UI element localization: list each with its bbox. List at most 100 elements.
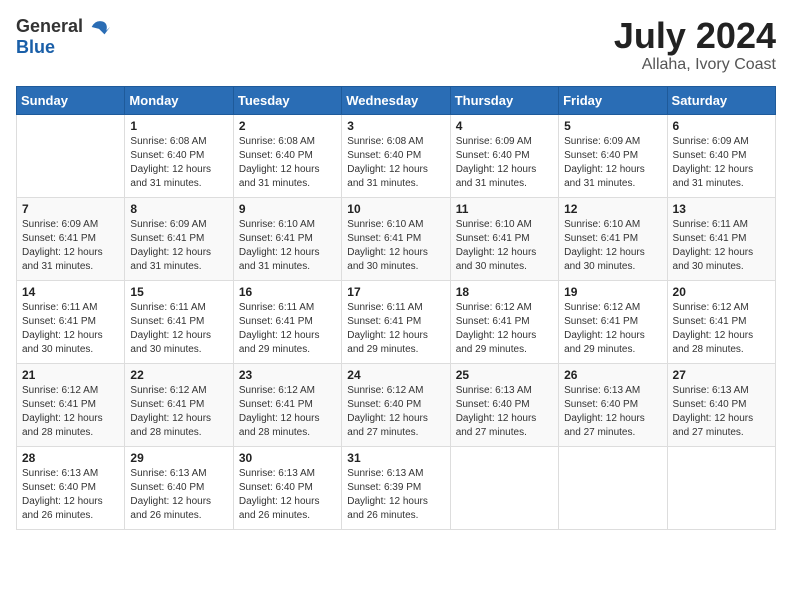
weekday-header-thursday: Thursday (450, 86, 558, 114)
sunrise-label: Sunrise: 6:12 AM (239, 385, 315, 396)
sunset-label: Sunset: 6:40 PM (456, 399, 530, 410)
calendar-cell: 11 Sunrise: 6:10 AM Sunset: 6:41 PM Dayl… (450, 197, 558, 280)
daylight-label: Daylight: 12 hours and 27 minutes. (347, 413, 428, 438)
daylight-label: Daylight: 12 hours and 27 minutes. (564, 413, 645, 438)
sunset-label: Sunset: 6:41 PM (130, 316, 204, 327)
calendar-cell: 28 Sunrise: 6:13 AM Sunset: 6:40 PM Dayl… (17, 446, 125, 529)
day-number: 6 (673, 119, 770, 133)
day-number: 13 (673, 202, 770, 216)
sunset-label: Sunset: 6:41 PM (673, 316, 747, 327)
sunrise-label: Sunrise: 6:11 AM (239, 302, 314, 313)
weekday-header-sunday: Sunday (17, 86, 125, 114)
day-number: 29 (130, 451, 227, 465)
daylight-label: Daylight: 12 hours and 27 minutes. (673, 413, 754, 438)
day-info: Sunrise: 6:10 AM Sunset: 6:41 PM Dayligh… (564, 218, 661, 274)
weekday-header-saturday: Saturday (667, 86, 775, 114)
daylight-label: Daylight: 12 hours and 31 minutes. (22, 247, 103, 272)
day-number: 18 (456, 285, 553, 299)
weekday-header-wednesday: Wednesday (342, 86, 450, 114)
sunrise-label: Sunrise: 6:10 AM (347, 219, 423, 230)
sunset-label: Sunset: 6:41 PM (130, 233, 204, 244)
daylight-label: Daylight: 12 hours and 30 minutes. (456, 247, 537, 272)
calendar-cell: 18 Sunrise: 6:12 AM Sunset: 6:41 PM Dayl… (450, 280, 558, 363)
daylight-label: Daylight: 12 hours and 29 minutes. (239, 330, 320, 355)
calendar-week-row: 7 Sunrise: 6:09 AM Sunset: 6:41 PM Dayli… (17, 197, 776, 280)
daylight-label: Daylight: 12 hours and 27 minutes. (456, 413, 537, 438)
day-info: Sunrise: 6:09 AM Sunset: 6:40 PM Dayligh… (456, 135, 553, 191)
day-info: Sunrise: 6:08 AM Sunset: 6:40 PM Dayligh… (239, 135, 336, 191)
logo-general-text: General (16, 17, 83, 37)
sunrise-label: Sunrise: 6:08 AM (130, 136, 206, 147)
sunset-label: Sunset: 6:40 PM (564, 150, 638, 161)
sunset-label: Sunset: 6:41 PM (347, 233, 421, 244)
calendar-cell: 21 Sunrise: 6:12 AM Sunset: 6:41 PM Dayl… (17, 363, 125, 446)
day-number: 15 (130, 285, 227, 299)
day-number: 8 (130, 202, 227, 216)
calendar-cell: 30 Sunrise: 6:13 AM Sunset: 6:40 PM Dayl… (233, 446, 341, 529)
calendar-cell: 13 Sunrise: 6:11 AM Sunset: 6:41 PM Dayl… (667, 197, 775, 280)
daylight-label: Daylight: 12 hours and 26 minutes. (22, 496, 103, 521)
sunset-label: Sunset: 6:40 PM (347, 150, 421, 161)
sunrise-label: Sunrise: 6:10 AM (239, 219, 315, 230)
sunset-label: Sunset: 6:41 PM (239, 233, 313, 244)
sunrise-label: Sunrise: 6:13 AM (130, 468, 206, 479)
calendar-cell: 20 Sunrise: 6:12 AM Sunset: 6:41 PM Dayl… (667, 280, 775, 363)
day-info: Sunrise: 6:08 AM Sunset: 6:40 PM Dayligh… (347, 135, 444, 191)
day-info: Sunrise: 6:13 AM Sunset: 6:40 PM Dayligh… (130, 467, 227, 523)
sunset-label: Sunset: 6:41 PM (239, 316, 313, 327)
sunrise-label: Sunrise: 6:10 AM (456, 219, 532, 230)
calendar-cell: 8 Sunrise: 6:09 AM Sunset: 6:41 PM Dayli… (125, 197, 233, 280)
daylight-label: Daylight: 12 hours and 26 minutes. (347, 496, 428, 521)
daylight-label: Daylight: 12 hours and 31 minutes. (347, 164, 428, 189)
sunset-label: Sunset: 6:40 PM (673, 399, 747, 410)
sunset-label: Sunset: 6:40 PM (564, 399, 638, 410)
weekday-header-monday: Monday (125, 86, 233, 114)
day-number: 26 (564, 368, 661, 382)
month-title: July 2024 (614, 16, 776, 56)
calendar-week-row: 28 Sunrise: 6:13 AM Sunset: 6:40 PM Dayl… (17, 446, 776, 529)
weekday-header-friday: Friday (559, 86, 667, 114)
sunset-label: Sunset: 6:41 PM (564, 233, 638, 244)
location-title: Allaha, Ivory Coast (614, 56, 776, 74)
sunrise-label: Sunrise: 6:12 AM (22, 385, 98, 396)
calendar-cell: 19 Sunrise: 6:12 AM Sunset: 6:41 PM Dayl… (559, 280, 667, 363)
daylight-label: Daylight: 12 hours and 30 minutes. (130, 330, 211, 355)
sunrise-label: Sunrise: 6:08 AM (239, 136, 315, 147)
day-info: Sunrise: 6:11 AM Sunset: 6:41 PM Dayligh… (347, 301, 444, 357)
page-header: General Blue July 2024 Allaha, Ivory Coa… (16, 16, 776, 74)
day-info: Sunrise: 6:12 AM Sunset: 6:41 PM Dayligh… (22, 384, 119, 440)
sunrise-label: Sunrise: 6:13 AM (456, 385, 532, 396)
sunrise-label: Sunrise: 6:13 AM (347, 468, 423, 479)
sunrise-label: Sunrise: 6:12 AM (673, 302, 749, 313)
calendar-cell: 3 Sunrise: 6:08 AM Sunset: 6:40 PM Dayli… (342, 114, 450, 197)
weekday-header-tuesday: Tuesday (233, 86, 341, 114)
sunrise-label: Sunrise: 6:10 AM (564, 219, 640, 230)
calendar-cell: 17 Sunrise: 6:11 AM Sunset: 6:41 PM Dayl… (342, 280, 450, 363)
sunset-label: Sunset: 6:41 PM (564, 316, 638, 327)
calendar-cell: 25 Sunrise: 6:13 AM Sunset: 6:40 PM Dayl… (450, 363, 558, 446)
calendar-week-row: 1 Sunrise: 6:08 AM Sunset: 6:40 PM Dayli… (17, 114, 776, 197)
day-number: 21 (22, 368, 119, 382)
calendar-cell (559, 446, 667, 529)
calendar-cell: 10 Sunrise: 6:10 AM Sunset: 6:41 PM Dayl… (342, 197, 450, 280)
day-number: 16 (239, 285, 336, 299)
title-block: July 2024 Allaha, Ivory Coast (614, 16, 776, 74)
day-info: Sunrise: 6:08 AM Sunset: 6:40 PM Dayligh… (130, 135, 227, 191)
daylight-label: Daylight: 12 hours and 31 minutes. (564, 164, 645, 189)
day-number: 19 (564, 285, 661, 299)
daylight-label: Daylight: 12 hours and 29 minutes. (456, 330, 537, 355)
sunrise-label: Sunrise: 6:13 AM (22, 468, 98, 479)
day-number: 20 (673, 285, 770, 299)
day-number: 25 (456, 368, 553, 382)
day-number: 30 (239, 451, 336, 465)
day-info: Sunrise: 6:09 AM Sunset: 6:41 PM Dayligh… (130, 218, 227, 274)
day-info: Sunrise: 6:11 AM Sunset: 6:41 PM Dayligh… (130, 301, 227, 357)
sunset-label: Sunset: 6:41 PM (673, 233, 747, 244)
calendar-cell: 9 Sunrise: 6:10 AM Sunset: 6:41 PM Dayli… (233, 197, 341, 280)
calendar-cell: 29 Sunrise: 6:13 AM Sunset: 6:40 PM Dayl… (125, 446, 233, 529)
sunrise-label: Sunrise: 6:09 AM (564, 136, 640, 147)
sunset-label: Sunset: 6:41 PM (347, 316, 421, 327)
day-number: 3 (347, 119, 444, 133)
sunrise-label: Sunrise: 6:09 AM (130, 219, 206, 230)
day-info: Sunrise: 6:12 AM Sunset: 6:41 PM Dayligh… (130, 384, 227, 440)
